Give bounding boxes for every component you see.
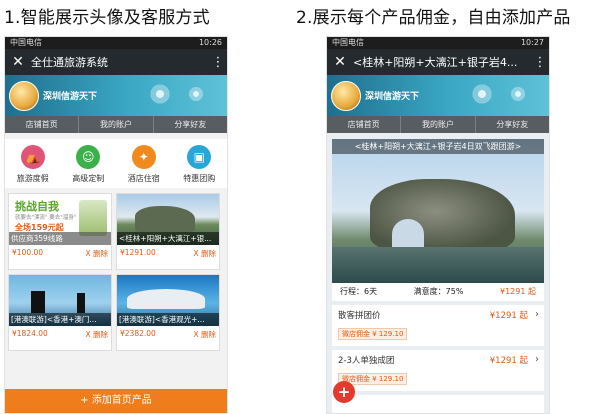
commission-badge: 微店佣金 ¥ 129.10 <box>338 328 408 340</box>
product-price: ¥100.00 <box>12 248 44 257</box>
duration: 行程：6天 <box>340 287 378 296</box>
delete-button[interactable]: X 删除 <box>85 329 108 340</box>
compass-icon: ✦ <box>131 145 156 169</box>
product-image: [港澳联游]<香港+澳门... <box>9 275 111 326</box>
product-card[interactable]: 挑战自我 就要去"漂流" 要去"溜身" 全场159元起 供应商359线路 ¥10… <box>8 193 112 270</box>
product-detail-image: <桂林+阳朔+大漓江+银子岩4日双飞跟团游> <box>332 139 544 283</box>
option-price: ¥1291 起 <box>489 311 528 321</box>
nav-shop-home[interactable]: 店铺首页 <box>5 116 78 133</box>
status-bar: 中国电信 10:26 <box>5 37 227 49</box>
product-grid: 挑战自我 就要去"漂流" 要去"溜身" 全场159元起 供应商359线路 ¥10… <box>5 188 227 356</box>
add-homepage-product-button[interactable]: + 添加首页产品 <box>5 389 227 413</box>
page-title: 全仕通旅游系统 <box>31 56 108 69</box>
close-icon[interactable]: ✕ <box>327 54 353 70</box>
chevron-right-icon: › <box>535 309 539 320</box>
shop-name: 深圳信游天下 <box>365 92 420 102</box>
car-icon: ▣ <box>187 145 212 169</box>
price-option-partial <box>332 395 544 413</box>
carrier: 中国电信 <box>10 38 42 47</box>
shop-banner: 深圳信游天下 <box>5 75 227 116</box>
shop-banner: 深圳信游天下 <box>327 75 549 116</box>
category-group-deals[interactable]: ▣ 特惠团购 <box>172 145 228 184</box>
shop-name: 深圳信游天下 <box>43 92 98 102</box>
promo-image: 挑战自我 就要去"漂流" 要去"溜身" 全场159元起 供应商359线路 <box>9 194 111 245</box>
product-price: ¥2382.00 <box>120 329 156 338</box>
delete-button[interactable]: X 删除 <box>85 248 108 259</box>
product-image: [港澳联游]<香港观光+... <box>117 275 219 326</box>
clock: 10:26 <box>198 38 222 47</box>
promo-photo <box>79 200 107 236</box>
nav-share-friends[interactable]: 分享好友 <box>474 116 549 133</box>
category-vacation[interactable]: ⛺ 旅游度假 <box>5 145 61 184</box>
category-custom[interactable]: ☺ 高级定制 <box>61 145 117 184</box>
product-price: ¥1824.00 <box>12 329 48 338</box>
product-caption: [港澳联游]<香港+澳门... <box>9 313 111 326</box>
satisfaction: 满意度：75% <box>413 287 464 296</box>
product-caption: <桂林+阳朔+大漓江+银... <box>117 232 219 245</box>
delete-button[interactable]: X 删除 <box>193 329 216 340</box>
category-hotel[interactable]: ✦ 酒店住宿 <box>116 145 172 184</box>
status-bar: 中国电信 10:27 <box>327 37 549 49</box>
caption-right: 2.展示每个产品佣金，自由添加产品 <box>296 8 571 28</box>
phone-left: 中国电信 10:26 ✕ 全仕通旅游系统 ⋮ 深圳信游天下 店铺首页 我的账户 … <box>4 36 228 414</box>
price-option[interactable]: 2-3人单独成团 ¥1291 起 › 微店佣金 ¥ 129.10 <box>332 350 544 391</box>
chevron-right-icon: › <box>535 354 539 365</box>
dandelion-decoration <box>145 79 175 109</box>
clock: 10:27 <box>520 38 544 47</box>
phone-right: 中国电信 10:27 ✕ <桂林+阳朔+大漓江+银子岩4... ⋮ 深圳信游天下… <box>326 36 550 414</box>
product-card[interactable]: <桂林+阳朔+大漓江+银... ¥1291.00 X 删除 <box>116 193 220 270</box>
person-icon: ☺ <box>76 145 101 169</box>
product-price: ¥1291.00 <box>120 248 156 257</box>
dandelion-decoration <box>185 83 207 105</box>
more-menu-icon[interactable]: ⋮ <box>209 55 227 70</box>
product-caption: 供应商359线路 <box>9 232 111 245</box>
carrier: 中国电信 <box>332 38 364 47</box>
delete-button[interactable]: X 删除 <box>193 248 216 259</box>
image-caption: <桂林+阳朔+大漓江+银子岩4日双飞跟团游> <box>332 139 544 154</box>
add-button[interactable]: + <box>333 381 355 403</box>
close-icon[interactable]: ✕ <box>5 54 31 70</box>
page-title: <桂林+阳朔+大漓江+银子岩4... <box>353 56 518 69</box>
option-price: ¥1291 起 <box>489 356 528 366</box>
product-card[interactable]: [港澳联游]<香港+澳门... ¥1824.00 X 删除 <box>8 274 112 351</box>
more-menu-icon[interactable]: ⋮ <box>531 55 549 70</box>
nav-share-friends[interactable]: 分享好友 <box>152 116 227 133</box>
dandelion-decoration <box>507 83 529 105</box>
product-image: <桂林+阳朔+大漓江+银... <box>117 194 219 245</box>
nav-shop-home[interactable]: 店铺首页 <box>327 116 400 133</box>
title-bar: ✕ <桂林+阳朔+大漓江+银子岩4... ⋮ <box>327 49 549 75</box>
caption-left: 1.智能展示头像及客服方式 <box>4 8 210 28</box>
category-row: ⛺ 旅游度假 ☺ 高级定制 ✦ 酒店住宿 ▣ 特惠团购 <box>5 139 227 188</box>
avatar[interactable] <box>331 81 361 111</box>
product-card[interactable]: [港澳联游]<香港观光+... ¥2382.00 X 删除 <box>116 274 220 351</box>
nav-my-account[interactable]: 我的账户 <box>78 116 152 133</box>
dandelion-decoration <box>467 79 497 109</box>
nav-my-account[interactable]: 我的账户 <box>400 116 474 133</box>
avatar[interactable] <box>9 81 39 111</box>
product-price: ¥1291 起 <box>500 287 536 296</box>
product-info: 行程：6天 满意度：75% ¥1291 起 <box>332 283 544 301</box>
shop-nav: 店铺首页 我的账户 分享好友 <box>5 116 227 133</box>
tent-icon: ⛺ <box>20 145 45 169</box>
price-option[interactable]: 散客拼团价 ¥1291 起 › 微店佣金 ¥ 129.10 <box>332 305 544 346</box>
shop-nav: 店铺首页 我的账户 分享好友 <box>327 116 549 133</box>
title-bar: ✕ 全仕通旅游系统 ⋮ <box>5 49 227 75</box>
product-caption: [港澳联游]<香港观光+... <box>117 313 219 326</box>
